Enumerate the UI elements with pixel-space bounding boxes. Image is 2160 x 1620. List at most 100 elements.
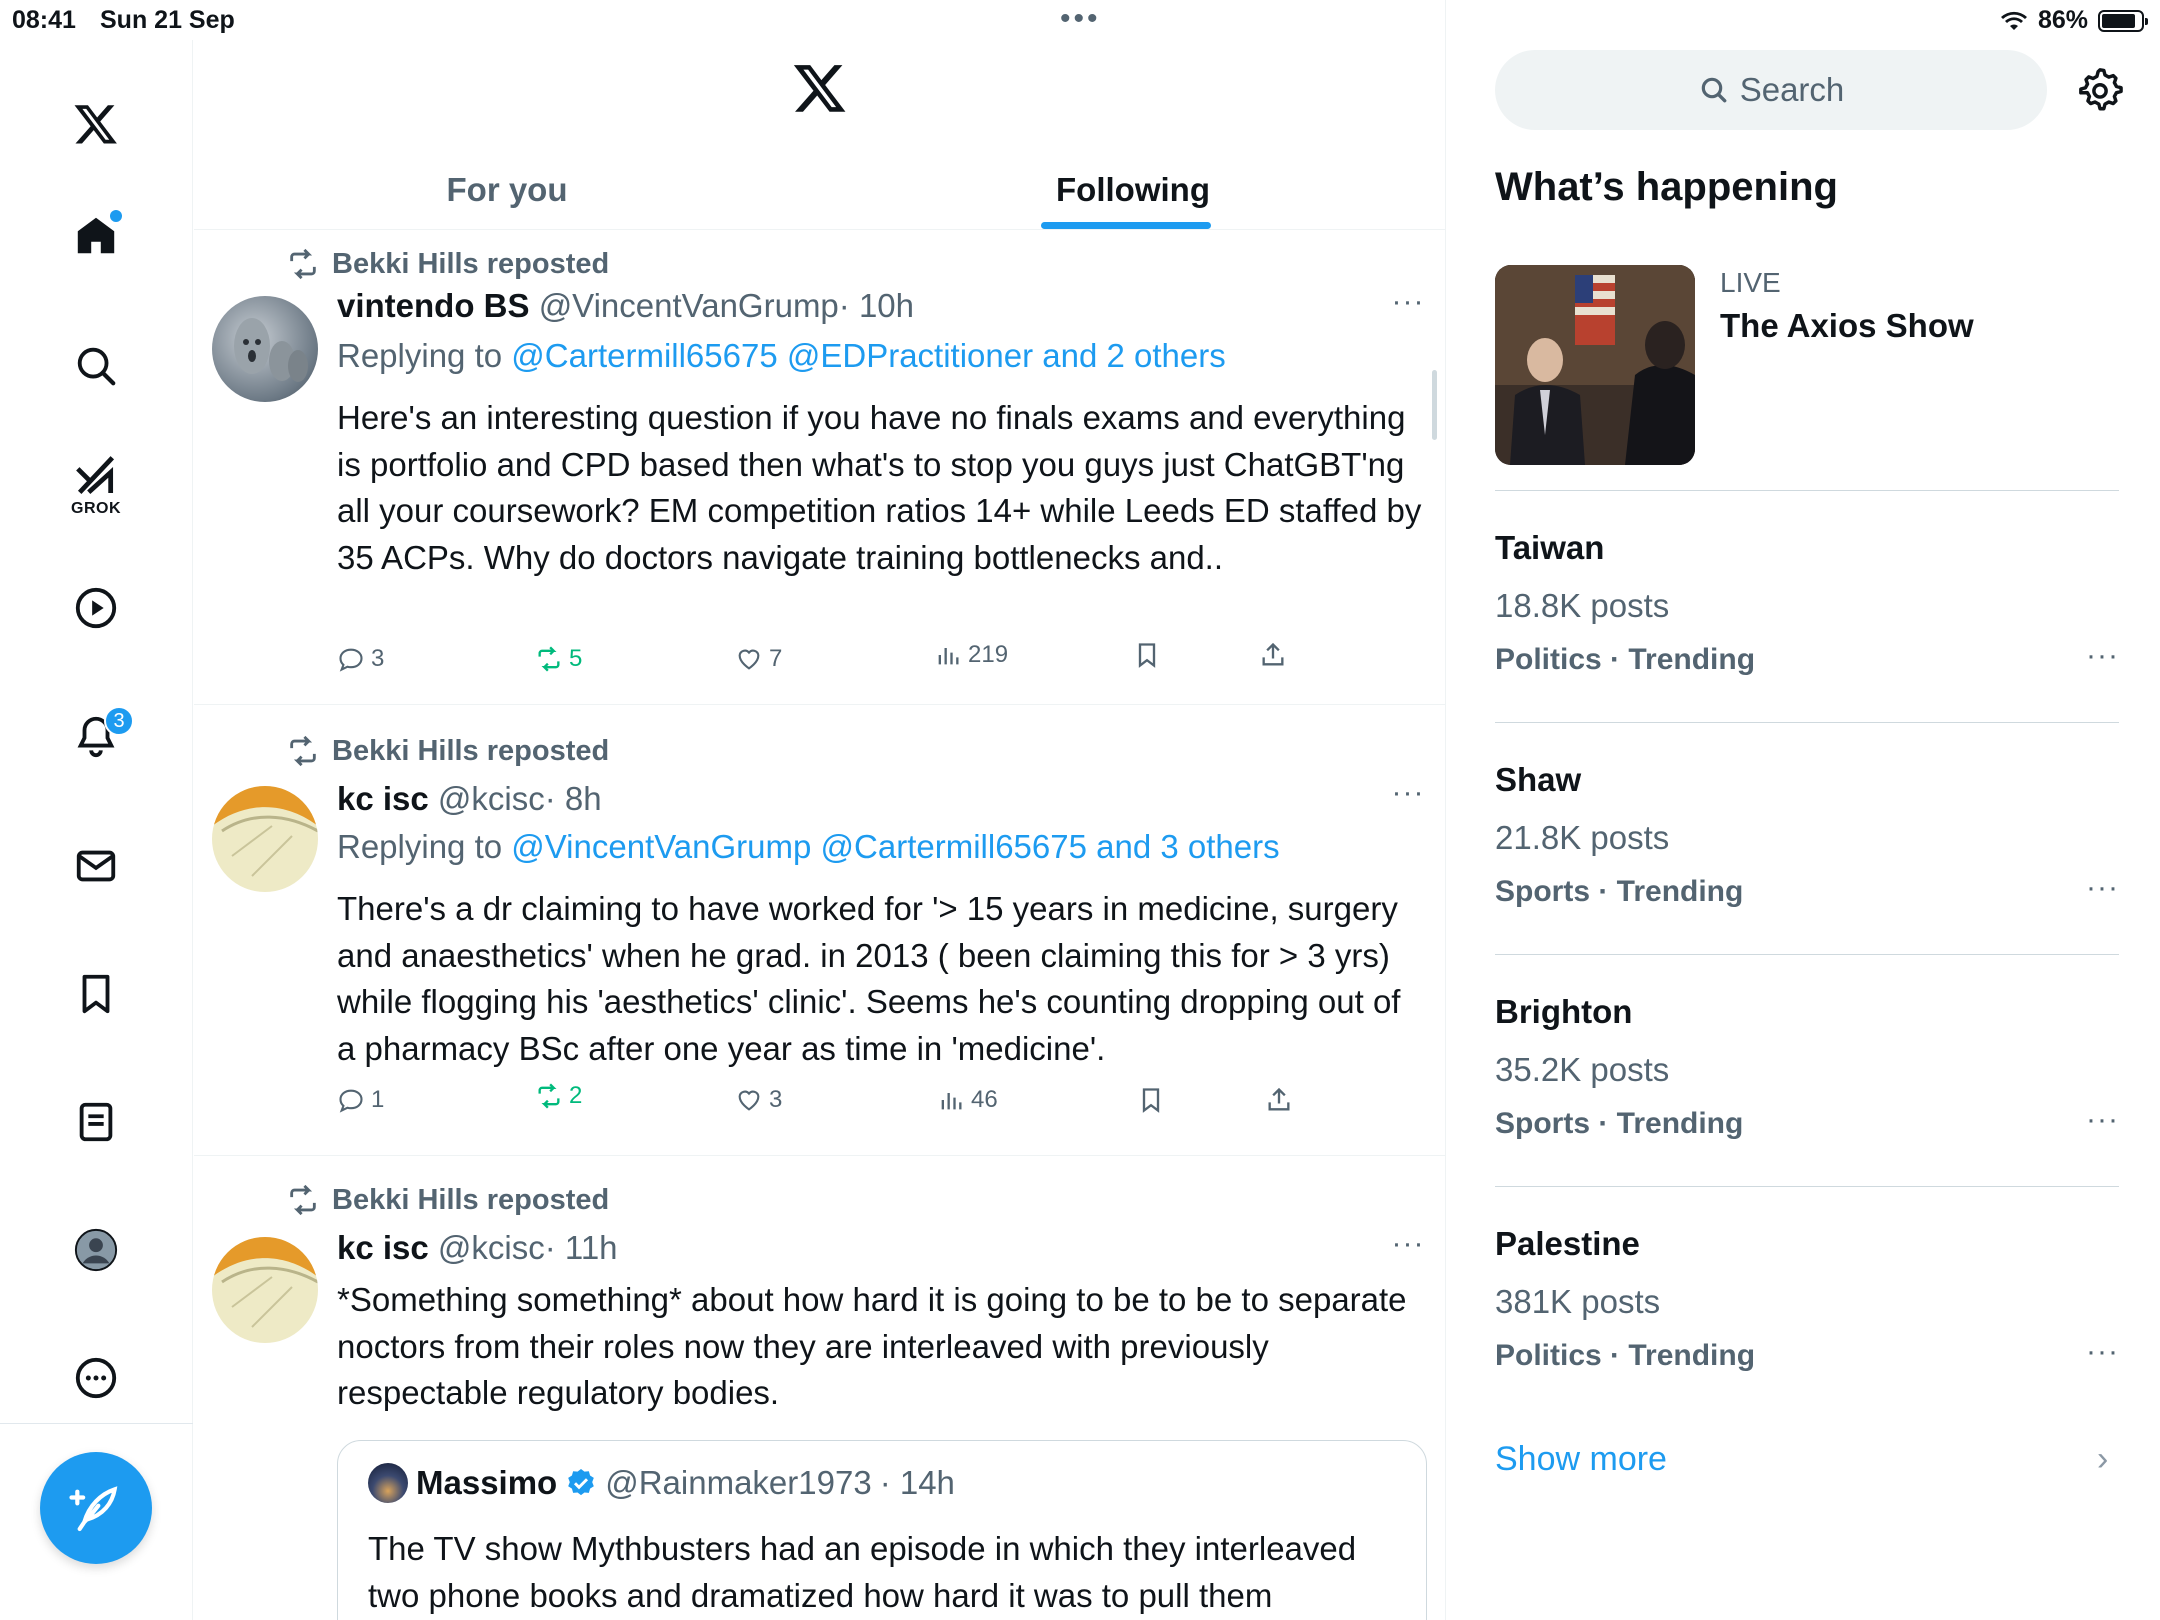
tweet[interactable]: Bekki Hills reposted kc isc @kcisc· 8h ·… xyxy=(194,706,1445,1156)
avatar[interactable] xyxy=(212,296,318,402)
bookmark-icon xyxy=(1138,643,1156,668)
nav-messages[interactable] xyxy=(60,830,132,902)
view-count: 219 xyxy=(968,641,1009,668)
show-more-link[interactable]: Show more xyxy=(1495,1440,1667,1479)
tab-following[interactable]: Following xyxy=(820,150,1445,230)
search-icon xyxy=(77,347,116,386)
play-icon xyxy=(75,587,117,629)
bookmark-icon xyxy=(82,974,110,1014)
trend-category: Politics · Trending xyxy=(1495,643,1756,676)
trend-more-icon[interactable]: ··· xyxy=(2086,1103,2119,1137)
right-sidebar: Search What’s happening LIVE The Axios S… xyxy=(1447,0,2160,1620)
author-name[interactable]: vintendo BS xyxy=(337,287,530,324)
trend-item[interactable]: Palestine 381K posts Politics · Trending… xyxy=(1495,1186,2119,1418)
nav-home[interactable] xyxy=(60,200,132,272)
views-button[interactable]: 46 xyxy=(937,1086,998,1114)
tweet-more-icon[interactable]: ··· xyxy=(1388,1227,1428,1261)
views-button[interactable]: 219 xyxy=(934,641,1008,669)
quoted-author-handle[interactable]: @Rainmaker1973 xyxy=(605,1464,871,1502)
bookmark-icon xyxy=(1142,1088,1160,1113)
search-icon xyxy=(1701,77,1727,103)
reply-count: 3 xyxy=(371,645,385,672)
reply-icon xyxy=(339,1089,363,1113)
repost-button[interactable]: 2 xyxy=(535,1082,582,1110)
settings-gear-icon[interactable] xyxy=(2077,66,2123,112)
reply-icon xyxy=(339,648,363,672)
whats-happening-title: What’s happening xyxy=(1495,165,1838,209)
bookmark-button[interactable] xyxy=(1133,641,1161,669)
scroll-indicator[interactable] xyxy=(1432,370,1437,440)
trend-item[interactable]: Taiwan 18.8K posts Politics · Trending ·… xyxy=(1495,490,2119,722)
main-timeline: For you Following Bekki Hills reposted v… xyxy=(194,0,1446,1620)
bookmark-button[interactable] xyxy=(1137,1086,1165,1114)
author-handle[interactable]: @kcisc xyxy=(438,780,545,817)
trend-post-count: 18.8K posts xyxy=(1495,587,1670,624)
tweet-more-icon[interactable]: ··· xyxy=(1388,285,1428,319)
replying-links[interactable]: @Cartermill65675 @EDPractitioner and 2 o… xyxy=(511,337,1225,374)
reply-button[interactable]: 3 xyxy=(337,645,384,673)
repost-count: 5 xyxy=(569,645,583,672)
avatar-image xyxy=(234,318,308,382)
quoted-tweet[interactable]: Massimo @Rainmaker1973 · 14h The TV show … xyxy=(337,1440,1427,1620)
x-logo-icon[interactable] xyxy=(60,88,132,160)
nav-profile[interactable] xyxy=(60,1214,132,1286)
avatar-image xyxy=(212,1237,318,1328)
live-event-card[interactable]: LIVE The Axios Show xyxy=(1495,265,2119,465)
author-name[interactable]: kc isc xyxy=(337,780,429,817)
avatar[interactable] xyxy=(212,786,318,892)
nav-explore[interactable] xyxy=(60,330,132,402)
repost-label-text: Bekki Hills reposted xyxy=(332,734,610,767)
trend-more-icon[interactable]: ··· xyxy=(2086,871,2119,905)
live-event-title[interactable]: The Axios Show xyxy=(1720,307,1974,345)
quoted-tweet-text: The TV show Mythbusters had an episode i… xyxy=(368,1530,1357,1614)
left-nav: GROK 3 xyxy=(0,40,193,1620)
like-button[interactable]: 3 xyxy=(735,1086,782,1114)
trend-name: Brighton xyxy=(1495,993,1633,1030)
nav-more[interactable] xyxy=(60,1342,132,1414)
tweet-header: kc isc @kcisc· 11h xyxy=(337,1229,618,1267)
search-input[interactable]: Search xyxy=(1495,50,2047,130)
tweet-actions: 1 2 3 46 xyxy=(337,1082,1337,1130)
share-button[interactable] xyxy=(1265,1086,1293,1114)
home-unread-dot xyxy=(110,210,122,222)
nav-notifications[interactable]: 3 xyxy=(60,700,134,772)
tweet-actions: 3 5 7 219 xyxy=(337,641,1337,689)
repost-button[interactable]: 5 xyxy=(535,645,582,673)
trend-item[interactable]: Shaw 21.8K posts Sports · Trending ··· xyxy=(1495,722,2119,954)
replying-links[interactable]: @VincentVanGrump @Cartermill65675 and 3 … xyxy=(511,828,1279,865)
trend-more-icon[interactable]: ··· xyxy=(2086,639,2119,673)
chevron-right-icon[interactable]: › xyxy=(2097,1440,2108,1479)
repost-icon xyxy=(290,248,316,280)
author-handle[interactable]: @kcisc xyxy=(438,1229,545,1266)
like-button[interactable]: 7 xyxy=(735,645,782,673)
quoted-avatar[interactable] xyxy=(368,1463,408,1503)
tweet-time: · 10h xyxy=(838,287,914,324)
avatar[interactable] xyxy=(212,1237,318,1343)
trend-name: Taiwan xyxy=(1495,529,1605,566)
timeline-tabs: For you Following xyxy=(194,150,1445,230)
avatar-image xyxy=(212,786,318,877)
nav-grok[interactable]: GROK xyxy=(60,450,132,522)
quoted-author-name[interactable]: Massimo xyxy=(416,1464,557,1502)
author-handle[interactable]: @VincentVanGrump xyxy=(539,287,839,324)
grok-label: GROK xyxy=(71,500,121,517)
reply-button[interactable]: 1 xyxy=(337,1086,384,1114)
share-button[interactable] xyxy=(1259,641,1287,669)
trend-more-icon[interactable]: ··· xyxy=(2086,1335,2119,1369)
nav-video[interactable] xyxy=(60,572,132,644)
nav-lists[interactable] xyxy=(60,1086,132,1158)
trend-item[interactable]: Brighton 35.2K posts Sports · Trending ·… xyxy=(1495,954,2119,1186)
live-event-image xyxy=(1495,265,1695,465)
nav-bookmarks[interactable] xyxy=(60,958,132,1030)
compose-button[interactable] xyxy=(40,1452,152,1564)
tab-for-you[interactable]: For you xyxy=(194,150,820,230)
list-icon xyxy=(79,1102,113,1142)
x-logo-icon[interactable] xyxy=(792,60,848,116)
tweet[interactable]: Bekki Hills reposted vintendo BS @Vincen… xyxy=(194,231,1445,705)
repost-count: 2 xyxy=(569,1082,583,1109)
tweet-more-icon[interactable]: ··· xyxy=(1388,776,1428,810)
trend-post-count: 381K posts xyxy=(1495,1283,1661,1320)
author-name[interactable]: kc isc xyxy=(337,1229,429,1266)
share-icon xyxy=(1262,642,1284,666)
grok-icon xyxy=(76,456,115,495)
